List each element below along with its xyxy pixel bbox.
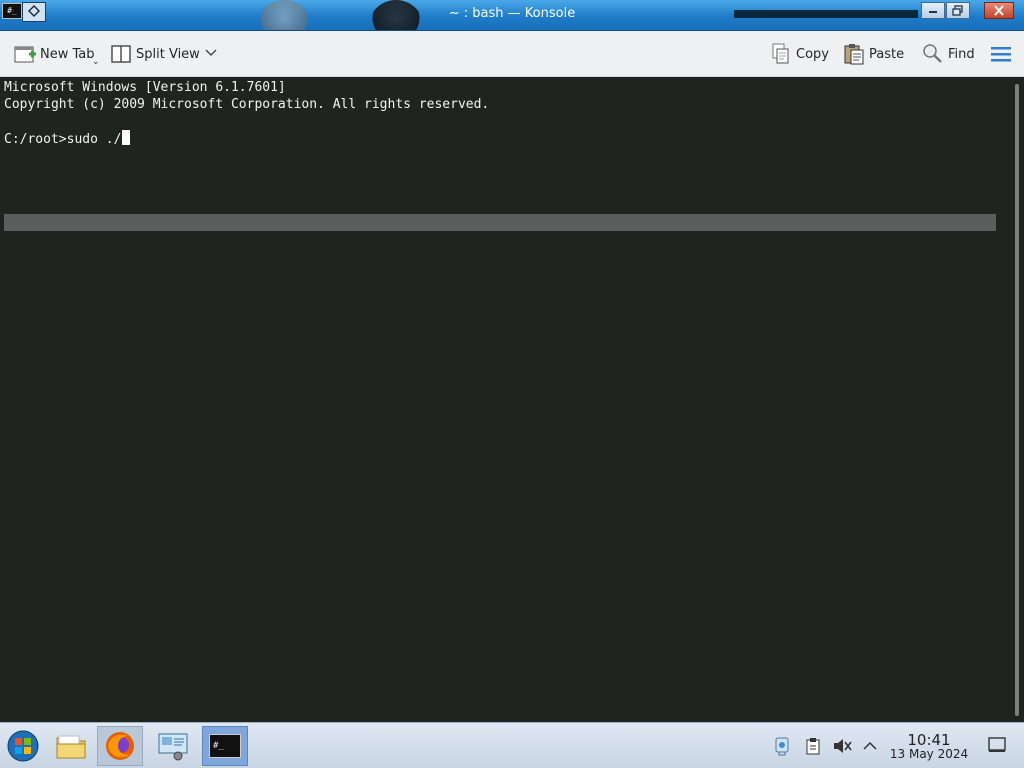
new-tab-dropdown-icon[interactable]: ⌄: [92, 57, 100, 67]
scrollbar-handle[interactable]: [1015, 84, 1019, 716]
split-view-dropdown-icon[interactable]: [204, 45, 218, 64]
split-view-label: Split View: [136, 46, 200, 62]
copy-icon: [770, 43, 792, 65]
terminal-scrollbar[interactable]: [1010, 78, 1024, 722]
show-desktop-icon[interactable]: [988, 737, 1006, 753]
paste-button[interactable]: Paste: [843, 42, 904, 66]
find-label: Find: [948, 46, 975, 62]
file-manager-icon: [56, 735, 86, 759]
find-icon: [922, 43, 944, 65]
remote-desktop-icon: [158, 733, 188, 761]
copy-label: Copy: [796, 46, 829, 62]
copy-button[interactable]: Copy: [770, 42, 829, 66]
firefox-icon: [106, 732, 134, 760]
remote-desktop-taskbar-button[interactable]: [150, 726, 196, 766]
konsole-taskbar-button[interactable]: #_: [202, 726, 248, 766]
clipboard-icon[interactable]: [803, 736, 823, 756]
taskbar: #_: [0, 722, 1024, 768]
close-button[interactable]: [984, 2, 1014, 19]
restore-button[interactable]: [946, 2, 970, 19]
split-view-icon: [110, 43, 132, 65]
terminal-line: Copyright (c) 2009 Microsoft Corporation…: [4, 97, 490, 112]
file-manager-taskbar-button[interactable]: [48, 726, 94, 766]
paste-icon: [843, 43, 865, 65]
new-tab-icon: [14, 43, 36, 65]
terminal-view[interactable]: Microsoft Windows [Version 6.1.7601] Cop…: [0, 78, 1010, 722]
terminal-highlight-bar: [4, 214, 996, 231]
window-titlebar[interactable]: #_ ~ : bash — Konsole: [0, 0, 1024, 31]
clock-date[interactable]: 13 May 2024: [886, 747, 972, 761]
help-button[interactable]: [921, 2, 945, 19]
network-icon[interactable]: [772, 736, 792, 756]
split-view-button[interactable]: Split View: [110, 42, 200, 66]
terminal-cursor: [122, 130, 131, 145]
terminal-line: Microsoft Windows [Version 6.1.7601]: [4, 80, 286, 95]
volume-muted-icon[interactable]: [832, 736, 852, 756]
firefox-taskbar-button[interactable]: [97, 726, 143, 766]
find-button[interactable]: Find: [922, 42, 975, 66]
hamburger-menu-icon[interactable]: [990, 45, 1012, 63]
konsole-toolbar: New Tab ⌄ Split View Copy Paste Find: [0, 31, 1024, 77]
paste-label: Paste: [869, 46, 905, 62]
start-orb-button[interactable]: [0, 726, 46, 766]
terminal-prompt-text: C:/root>sudo ./: [4, 132, 122, 147]
konsole-icon: #_: [209, 734, 241, 758]
new-tab-button[interactable]: New Tab: [14, 42, 95, 66]
terminal-prompt-line: C:/root>sudo ./: [4, 130, 131, 148]
start-orb-icon: [7, 730, 39, 762]
window-title: ~ : bash — Konsole: [448, 6, 576, 21]
new-tab-label: New Tab: [40, 46, 95, 62]
chevron-up-icon[interactable]: [860, 736, 880, 756]
